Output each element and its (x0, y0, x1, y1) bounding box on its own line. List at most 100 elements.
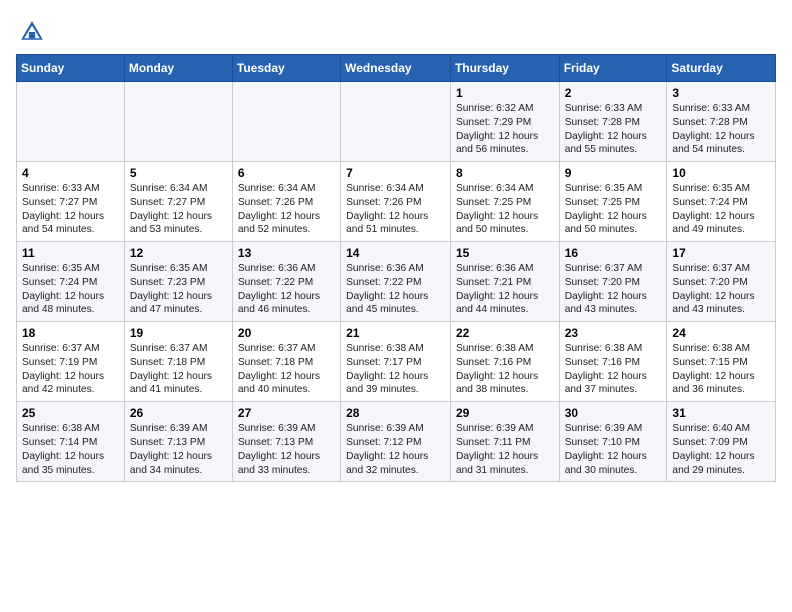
day-info: Sunrise: 6:39 AMSunset: 7:11 PMDaylight:… (456, 422, 554, 477)
day-cell: 28 Sunrise: 6:39 AMSunset: 7:12 PMDayligh… (341, 402, 451, 482)
day-info: Sunrise: 6:35 AMSunset: 7:24 PMDaylight:… (22, 262, 119, 317)
day-cell (232, 82, 340, 162)
col-header-tuesday: Tuesday (232, 55, 340, 82)
day-cell: 22 Sunrise: 6:38 AMSunset: 7:16 PMDayligh… (450, 322, 559, 402)
day-info: Sunrise: 6:34 AMSunset: 7:26 PMDaylight:… (346, 182, 445, 237)
day-number: 2 (565, 86, 662, 100)
day-cell: 13 Sunrise: 6:36 AMSunset: 7:22 PMDayligh… (232, 242, 340, 322)
calendar-table: SundayMondayTuesdayWednesdayThursdayFrid… (16, 54, 776, 482)
day-cell (124, 82, 232, 162)
day-info: Sunrise: 6:39 AMSunset: 7:12 PMDaylight:… (346, 422, 445, 477)
header (0, 0, 792, 54)
day-number: 29 (456, 406, 554, 420)
day-info: Sunrise: 6:35 AMSunset: 7:25 PMDaylight:… (565, 182, 662, 237)
day-cell: 29 Sunrise: 6:39 AMSunset: 7:11 PMDayligh… (450, 402, 559, 482)
day-number: 11 (22, 246, 119, 260)
day-info: Sunrise: 6:37 AMSunset: 7:18 PMDaylight:… (238, 342, 335, 397)
day-cell: 3 Sunrise: 6:33 AMSunset: 7:28 PMDaylight… (667, 82, 776, 162)
day-cell: 16 Sunrise: 6:37 AMSunset: 7:20 PMDayligh… (559, 242, 667, 322)
day-number: 31 (672, 406, 770, 420)
week-row-2: 4 Sunrise: 6:33 AMSunset: 7:27 PMDaylight… (17, 162, 776, 242)
day-cell: 30Sunrise: 6:39 AMSunset: 7:10 PMDayligh… (559, 402, 667, 482)
day-number: 16 (565, 246, 662, 260)
week-row-4: 18Sunrise: 6:37 AMSunset: 7:19 PMDayligh… (17, 322, 776, 402)
day-info: Sunrise: 6:36 AMSunset: 7:21 PMDaylight:… (456, 262, 554, 317)
day-cell: 19 Sunrise: 6:37 AMSunset: 7:18 PMDayligh… (124, 322, 232, 402)
day-info: Sunrise: 6:38 AMSunset: 7:16 PMDaylight:… (565, 342, 662, 397)
day-info: Sunrise: 6:39 AMSunset: 7:13 PMDaylight:… (238, 422, 335, 477)
day-number: 20 (238, 326, 335, 340)
day-info: Sunrise: 6:36 AMSunset: 7:22 PMDaylight:… (346, 262, 445, 317)
day-number: 14 (346, 246, 445, 260)
day-cell: 4 Sunrise: 6:33 AMSunset: 7:27 PMDaylight… (17, 162, 125, 242)
week-row-5: 25 Sunrise: 6:38 AMSunset: 7:14 PMDayligh… (17, 402, 776, 482)
logo (18, 18, 50, 46)
day-info: Sunrise: 6:37 AMSunset: 7:20 PMDaylight:… (565, 262, 662, 317)
day-cell: 24Sunrise: 6:38 AMSunset: 7:15 PMDayligh… (667, 322, 776, 402)
day-number: 25 (22, 406, 119, 420)
day-info: Sunrise: 6:35 AMSunset: 7:24 PMDaylight:… (672, 182, 770, 237)
calendar-page: SundayMondayTuesdayWednesdayThursdayFrid… (0, 0, 792, 612)
day-info: Sunrise: 6:34 AMSunset: 7:26 PMDaylight:… (238, 182, 335, 237)
day-number: 15 (456, 246, 554, 260)
day-number: 4 (22, 166, 119, 180)
day-cell: 7Sunrise: 6:34 AMSunset: 7:26 PMDaylight… (341, 162, 451, 242)
day-info: Sunrise: 6:39 AMSunset: 7:10 PMDaylight:… (565, 422, 662, 477)
day-cell: 18Sunrise: 6:37 AMSunset: 7:19 PMDayligh… (17, 322, 125, 402)
day-info: Sunrise: 6:40 AMSunset: 7:09 PMDaylight:… (672, 422, 770, 477)
day-info: Sunrise: 6:36 AMSunset: 7:22 PMDaylight:… (238, 262, 335, 317)
day-info: Sunrise: 6:37 AMSunset: 7:20 PMDaylight:… (672, 262, 770, 317)
day-number: 23 (565, 326, 662, 340)
day-number: 1 (456, 86, 554, 100)
day-cell (341, 82, 451, 162)
day-cell: 10Sunrise: 6:35 AMSunset: 7:24 PMDayligh… (667, 162, 776, 242)
col-header-sunday: Sunday (17, 55, 125, 82)
day-cell: 21Sunrise: 6:38 AMSunset: 7:17 PMDayligh… (341, 322, 451, 402)
day-cell: 5 Sunrise: 6:34 AMSunset: 7:27 PMDaylight… (124, 162, 232, 242)
day-info: Sunrise: 6:32 AMSunset: 7:29 PMDaylight:… (456, 102, 554, 157)
day-number: 26 (130, 406, 227, 420)
calendar-header: SundayMondayTuesdayWednesdayThursdayFrid… (17, 55, 776, 82)
day-info: Sunrise: 6:33 AMSunset: 7:27 PMDaylight:… (22, 182, 119, 237)
week-row-1: 1 Sunrise: 6:32 AMSunset: 7:29 PMDaylight… (17, 82, 776, 162)
day-number: 5 (130, 166, 227, 180)
day-cell: 14 Sunrise: 6:36 AMSunset: 7:22 PMDayligh… (341, 242, 451, 322)
logo-icon (18, 18, 46, 46)
col-header-saturday: Saturday (667, 55, 776, 82)
day-cell: 2 Sunrise: 6:33 AMSunset: 7:28 PMDaylight… (559, 82, 667, 162)
day-info: Sunrise: 6:39 AMSunset: 7:13 PMDaylight:… (130, 422, 227, 477)
day-info: Sunrise: 6:38 AMSunset: 7:16 PMDaylight:… (456, 342, 554, 397)
day-number: 6 (238, 166, 335, 180)
day-info: Sunrise: 6:33 AMSunset: 7:28 PMDaylight:… (672, 102, 770, 157)
day-number: 22 (456, 326, 554, 340)
day-number: 21 (346, 326, 445, 340)
day-info: Sunrise: 6:37 AMSunset: 7:18 PMDaylight:… (130, 342, 227, 397)
col-header-wednesday: Wednesday (341, 55, 451, 82)
day-cell: 12 Sunrise: 6:35 AMSunset: 7:23 PMDayligh… (124, 242, 232, 322)
day-info: Sunrise: 6:34 AMSunset: 7:25 PMDaylight:… (456, 182, 554, 237)
col-header-monday: Monday (124, 55, 232, 82)
day-info: Sunrise: 6:33 AMSunset: 7:28 PMDaylight:… (565, 102, 662, 157)
day-number: 17 (672, 246, 770, 260)
day-cell: 17 Sunrise: 6:37 AMSunset: 7:20 PMDayligh… (667, 242, 776, 322)
day-cell: 1 Sunrise: 6:32 AMSunset: 7:29 PMDaylight… (450, 82, 559, 162)
day-number: 19 (130, 326, 227, 340)
day-info: Sunrise: 6:38 AMSunset: 7:14 PMDaylight:… (22, 422, 119, 477)
day-cell: 31 Sunrise: 6:40 AMSunset: 7:09 PMDayligh… (667, 402, 776, 482)
day-info: Sunrise: 6:35 AMSunset: 7:23 PMDaylight:… (130, 262, 227, 317)
day-number: 12 (130, 246, 227, 260)
day-number: 13 (238, 246, 335, 260)
day-cell: 25 Sunrise: 6:38 AMSunset: 7:14 PMDayligh… (17, 402, 125, 482)
day-number: 28 (346, 406, 445, 420)
day-cell: 6 Sunrise: 6:34 AMSunset: 7:26 PMDaylight… (232, 162, 340, 242)
day-cell: 23 Sunrise: 6:38 AMSunset: 7:16 PMDayligh… (559, 322, 667, 402)
col-header-friday: Friday (559, 55, 667, 82)
day-number: 3 (672, 86, 770, 100)
day-number: 24 (672, 326, 770, 340)
day-number: 18 (22, 326, 119, 340)
day-number: 9 (565, 166, 662, 180)
day-info: Sunrise: 6:34 AMSunset: 7:27 PMDaylight:… (130, 182, 227, 237)
day-cell (17, 82, 125, 162)
day-cell: 11 Sunrise: 6:35 AMSunset: 7:24 PMDayligh… (17, 242, 125, 322)
day-cell: 15 Sunrise: 6:36 AMSunset: 7:21 PMDayligh… (450, 242, 559, 322)
